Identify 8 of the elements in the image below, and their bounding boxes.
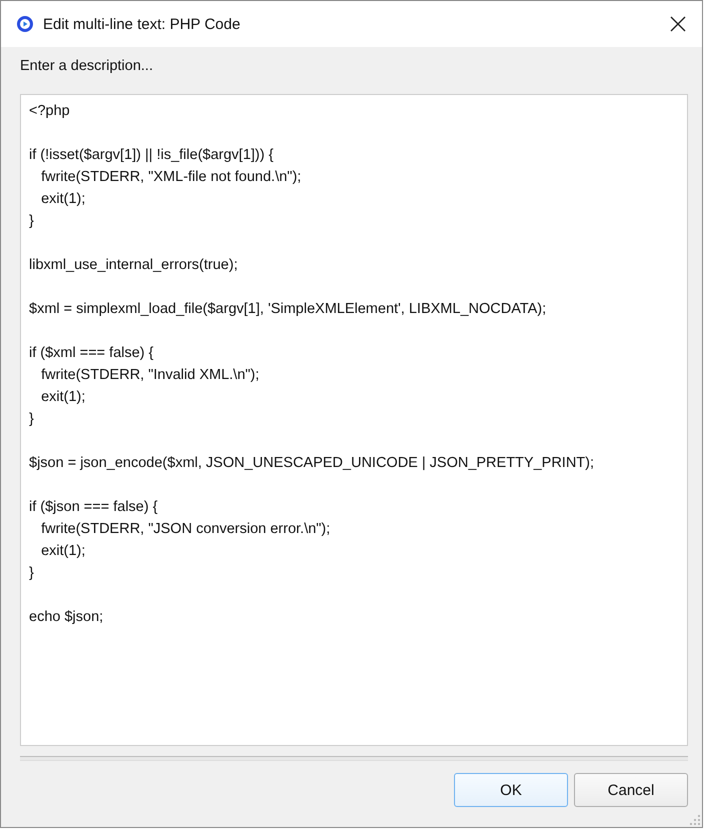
cancel-button[interactable]: Cancel <box>574 773 688 807</box>
description-label: Enter a description... <box>20 57 154 76</box>
window-title: Edit multi-line text: PHP Code <box>43 16 242 32</box>
resize-grip-icon[interactable] <box>690 815 700 825</box>
close-icon[interactable] <box>670 16 686 32</box>
app-logo-icon <box>16 15 34 33</box>
code-editor[interactable]: <?php if (!isset($argv[1]) || !is_file($argv[1])) { fwrite(STDERR, "XML-file not found.\n"); exit(1); } libxml_use_internal_errors(true); $xml = simplexml_load_file($argv[1], 'SimpleXMLElement', LIBXML_NOCDATA); if ($xml === false) { fwrite(STDERR, "Invalid XML.\n"); exit(1); } $json = json_encode($xml, JSON_UNESCAPED_UNICODE | JSON_PRETTY_PRINT); if ($json === false) { fwrite(STDERR, "JSON conversion error.\n"); exit(1); } echo $json; <box>20 94 688 746</box>
ok-button[interactable]: OK <box>454 773 568 807</box>
